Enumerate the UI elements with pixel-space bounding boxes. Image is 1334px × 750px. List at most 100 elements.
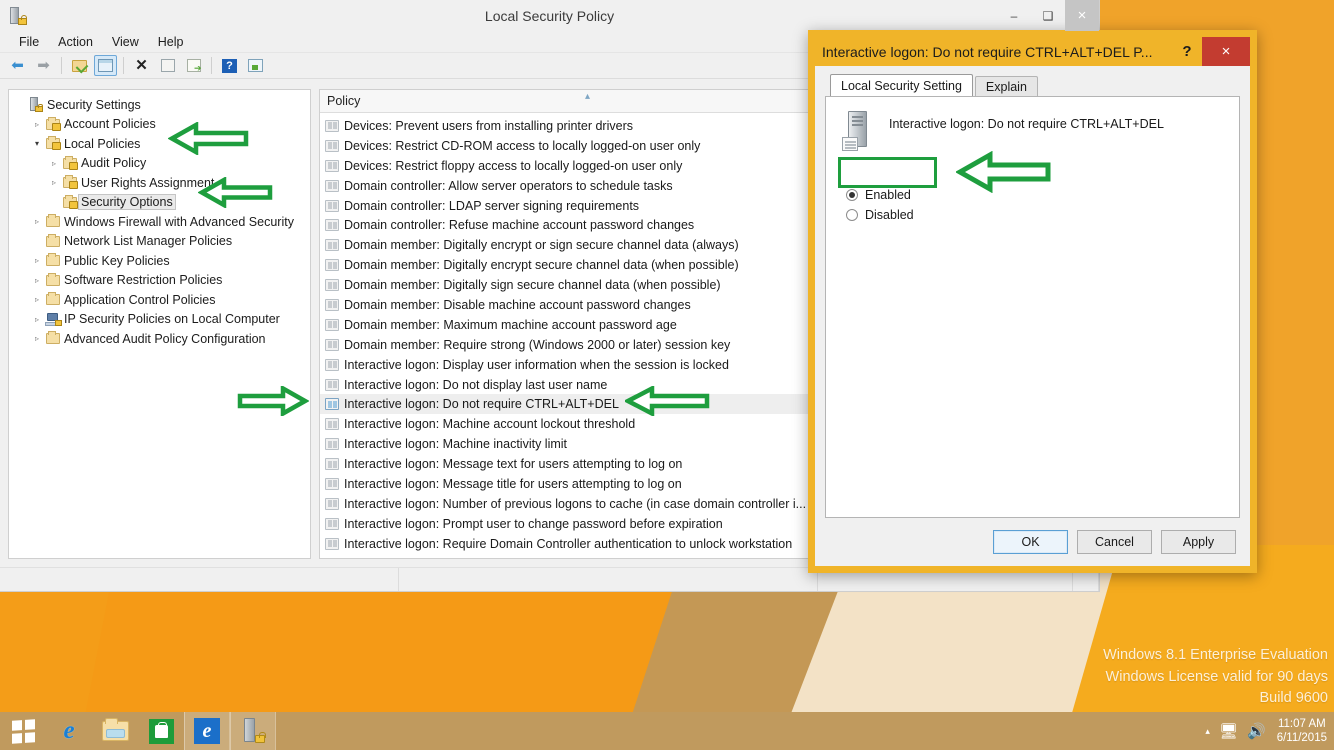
policy-row-label: Interactive logon: Prompt user to change… [344, 516, 723, 531]
tree-expander-icon[interactable]: ▹ [47, 159, 61, 168]
start-button[interactable] [0, 712, 46, 750]
policy-icon [325, 378, 339, 391]
folder-icon [44, 292, 61, 306]
forward-button[interactable]: ➡ [32, 55, 55, 76]
tree-item-local-policies[interactable]: ▾ Local Policies [9, 134, 310, 154]
ok-button[interactable]: OK [993, 530, 1068, 554]
volume-icon[interactable]: 🔊 [1247, 724, 1266, 739]
maximize-button[interactable]: ❑ [1031, 0, 1065, 31]
menu-item-action[interactable]: Action [49, 33, 102, 51]
folder-lock-icon [44, 116, 61, 131]
taskbar-internet-explorer-window[interactable]: e [184, 712, 230, 750]
radio-disabled-indicator [846, 209, 858, 221]
tree-item-label: User Rights Assignment [81, 175, 215, 190]
policy-icon [325, 119, 339, 132]
policy-icon [325, 298, 339, 311]
tree-expander-icon[interactable]: ▹ [30, 256, 44, 265]
tree-expander-icon[interactable]: ▹ [30, 334, 44, 343]
policy-row-label: Interactive logon: Do not display last u… [344, 377, 608, 392]
minimize-button[interactable]: – [997, 0, 1031, 31]
close-icon[interactable]: × [1202, 37, 1250, 66]
tree-expander-icon[interactable]: ▹ [30, 295, 44, 304]
tree-item-advanced-audit-policy-configuration[interactable]: ▹ Advanced Audit Policy Configuration [9, 329, 310, 349]
menu-item-file[interactable]: File [10, 33, 48, 51]
watermark-line-2: Windows License valid for 90 days [1105, 668, 1328, 685]
tree-item-public-key-policies[interactable]: ▹ Public Key Policies [9, 251, 310, 271]
tree-expander-icon[interactable]: ▾ [30, 139, 44, 148]
menu-item-view[interactable]: View [103, 33, 148, 51]
tree-item-account-policies[interactable]: ▹ Account Policies [9, 115, 310, 135]
taskbar-store[interactable] [138, 712, 184, 750]
help-button[interactable]: ? [1172, 37, 1202, 66]
tree-item-network-list-manager-policies[interactable]: Network List Manager Policies [9, 232, 310, 252]
folder-icon [44, 214, 61, 228]
folder-lock-icon [61, 194, 78, 209]
policy-icon [325, 219, 339, 232]
tree-item-label: Local Policies [64, 136, 141, 151]
tree-item-label: Security Options [78, 194, 176, 211]
taskbar-local-security-policy[interactable] [230, 712, 276, 750]
taskbar-internet-explorer[interactable]: e [46, 712, 92, 750]
tree-root-security-settings[interactable]: Security Settings [9, 95, 310, 115]
tree-item-software-restriction-policies[interactable]: ▹ Software Restriction Policies [9, 271, 310, 291]
tab-local-security-setting[interactable]: Local Security Setting [830, 74, 973, 97]
tree-expander-icon[interactable]: ▹ [47, 178, 61, 187]
radio-disabled[interactable]: Disabled [846, 205, 1227, 225]
dialog-title-bar[interactable]: Interactive logon: Do not require CTRL+A… [815, 37, 1250, 66]
tree-expander-icon[interactable]: ▹ [30, 315, 44, 324]
export-icon[interactable] [182, 55, 205, 76]
cancel-button[interactable]: Cancel [1077, 530, 1152, 554]
policy-icon [325, 537, 339, 550]
policy-icon [325, 239, 339, 252]
tree-expander-icon[interactable]: ▹ [30, 276, 44, 285]
tree-item-user-rights-assignment[interactable]: ▹ User Rights Assignment [9, 173, 310, 193]
column-header-policy[interactable]: Policy [320, 94, 360, 108]
console-tree-icon[interactable] [94, 55, 117, 76]
window-title-bar[interactable]: Local Security Policy – ❑ × [0, 0, 1099, 31]
tree-item-security-options[interactable]: Security Options [9, 193, 310, 213]
policy-row-label: Domain controller: Refuse machine accoun… [344, 218, 695, 233]
policy-row-label: Domain member: Disable machine account p… [344, 297, 691, 312]
delete-icon[interactable]: ✕ [130, 55, 153, 76]
policy-icon [325, 458, 339, 471]
console-tree-pane[interactable]: Security Settings ▹ Account Policies ▾ Loca… [8, 89, 311, 559]
policy-icon [325, 438, 339, 451]
view-icon[interactable] [244, 55, 267, 76]
help-icon[interactable]: ? [218, 55, 241, 76]
menu-item-help[interactable]: Help [149, 33, 193, 51]
policy-icon [325, 159, 339, 172]
radio-enabled[interactable]: Enabled [846, 185, 1227, 205]
tab-explain[interactable]: Explain [974, 76, 1038, 97]
policy-icon [325, 358, 339, 371]
properties-icon[interactable] [156, 55, 179, 76]
clock[interactable]: 11:07 AM 6/11/2015 [1275, 717, 1327, 745]
policy-icon [325, 279, 339, 292]
close-button[interactable]: × [1065, 0, 1099, 31]
policy-row-label: Interactive logon: Message title for use… [344, 476, 682, 491]
policy-row-label: Interactive logon: Display user informat… [344, 357, 729, 372]
tree-item-label: Software Restriction Policies [64, 273, 223, 288]
policy-icon [325, 199, 339, 212]
toolbar-separator-2 [123, 57, 124, 74]
apply-button[interactable]: Apply [1161, 530, 1236, 554]
policy-row-label: Interactive logon: Require smart card [344, 557, 549, 558]
tree-item-application-control-policies[interactable]: ▹ Application Control Policies [9, 290, 310, 310]
tree-expander-icon[interactable]: ▹ [30, 120, 44, 129]
tree-item-windows-firewall-with-advanced-security[interactable]: ▹ Windows Firewall with Advanced Security [9, 212, 310, 232]
show-hidden-icons-icon[interactable]: ▴ [1205, 726, 1210, 737]
back-button[interactable]: ⬅ [6, 55, 29, 76]
taskbar-file-explorer[interactable] [92, 712, 138, 750]
radio-enabled-indicator [846, 189, 858, 201]
folder-icon [44, 233, 61, 247]
policy-icon [325, 259, 339, 272]
tree-item-audit-policy[interactable]: ▹ Audit Policy [9, 154, 310, 174]
policy-row-label: Interactive logon: Do not require CTRL+A… [344, 397, 619, 412]
network-icon[interactable]: 🖥 [1219, 724, 1238, 739]
dialog-buttons: OK Cancel Apply [825, 518, 1240, 566]
tree-expander-icon[interactable]: ▹ [30, 217, 44, 226]
folder-up-icon[interactable] [68, 55, 91, 76]
enabled-highlight-box [838, 157, 937, 188]
clock-time: 11:07 AM [1277, 718, 1326, 730]
tree-item-ip-security-policies-on-local-computer[interactable]: ▹ IP Security Policies on Local Computer [9, 310, 310, 330]
toolbar-separator-3 [211, 57, 212, 74]
